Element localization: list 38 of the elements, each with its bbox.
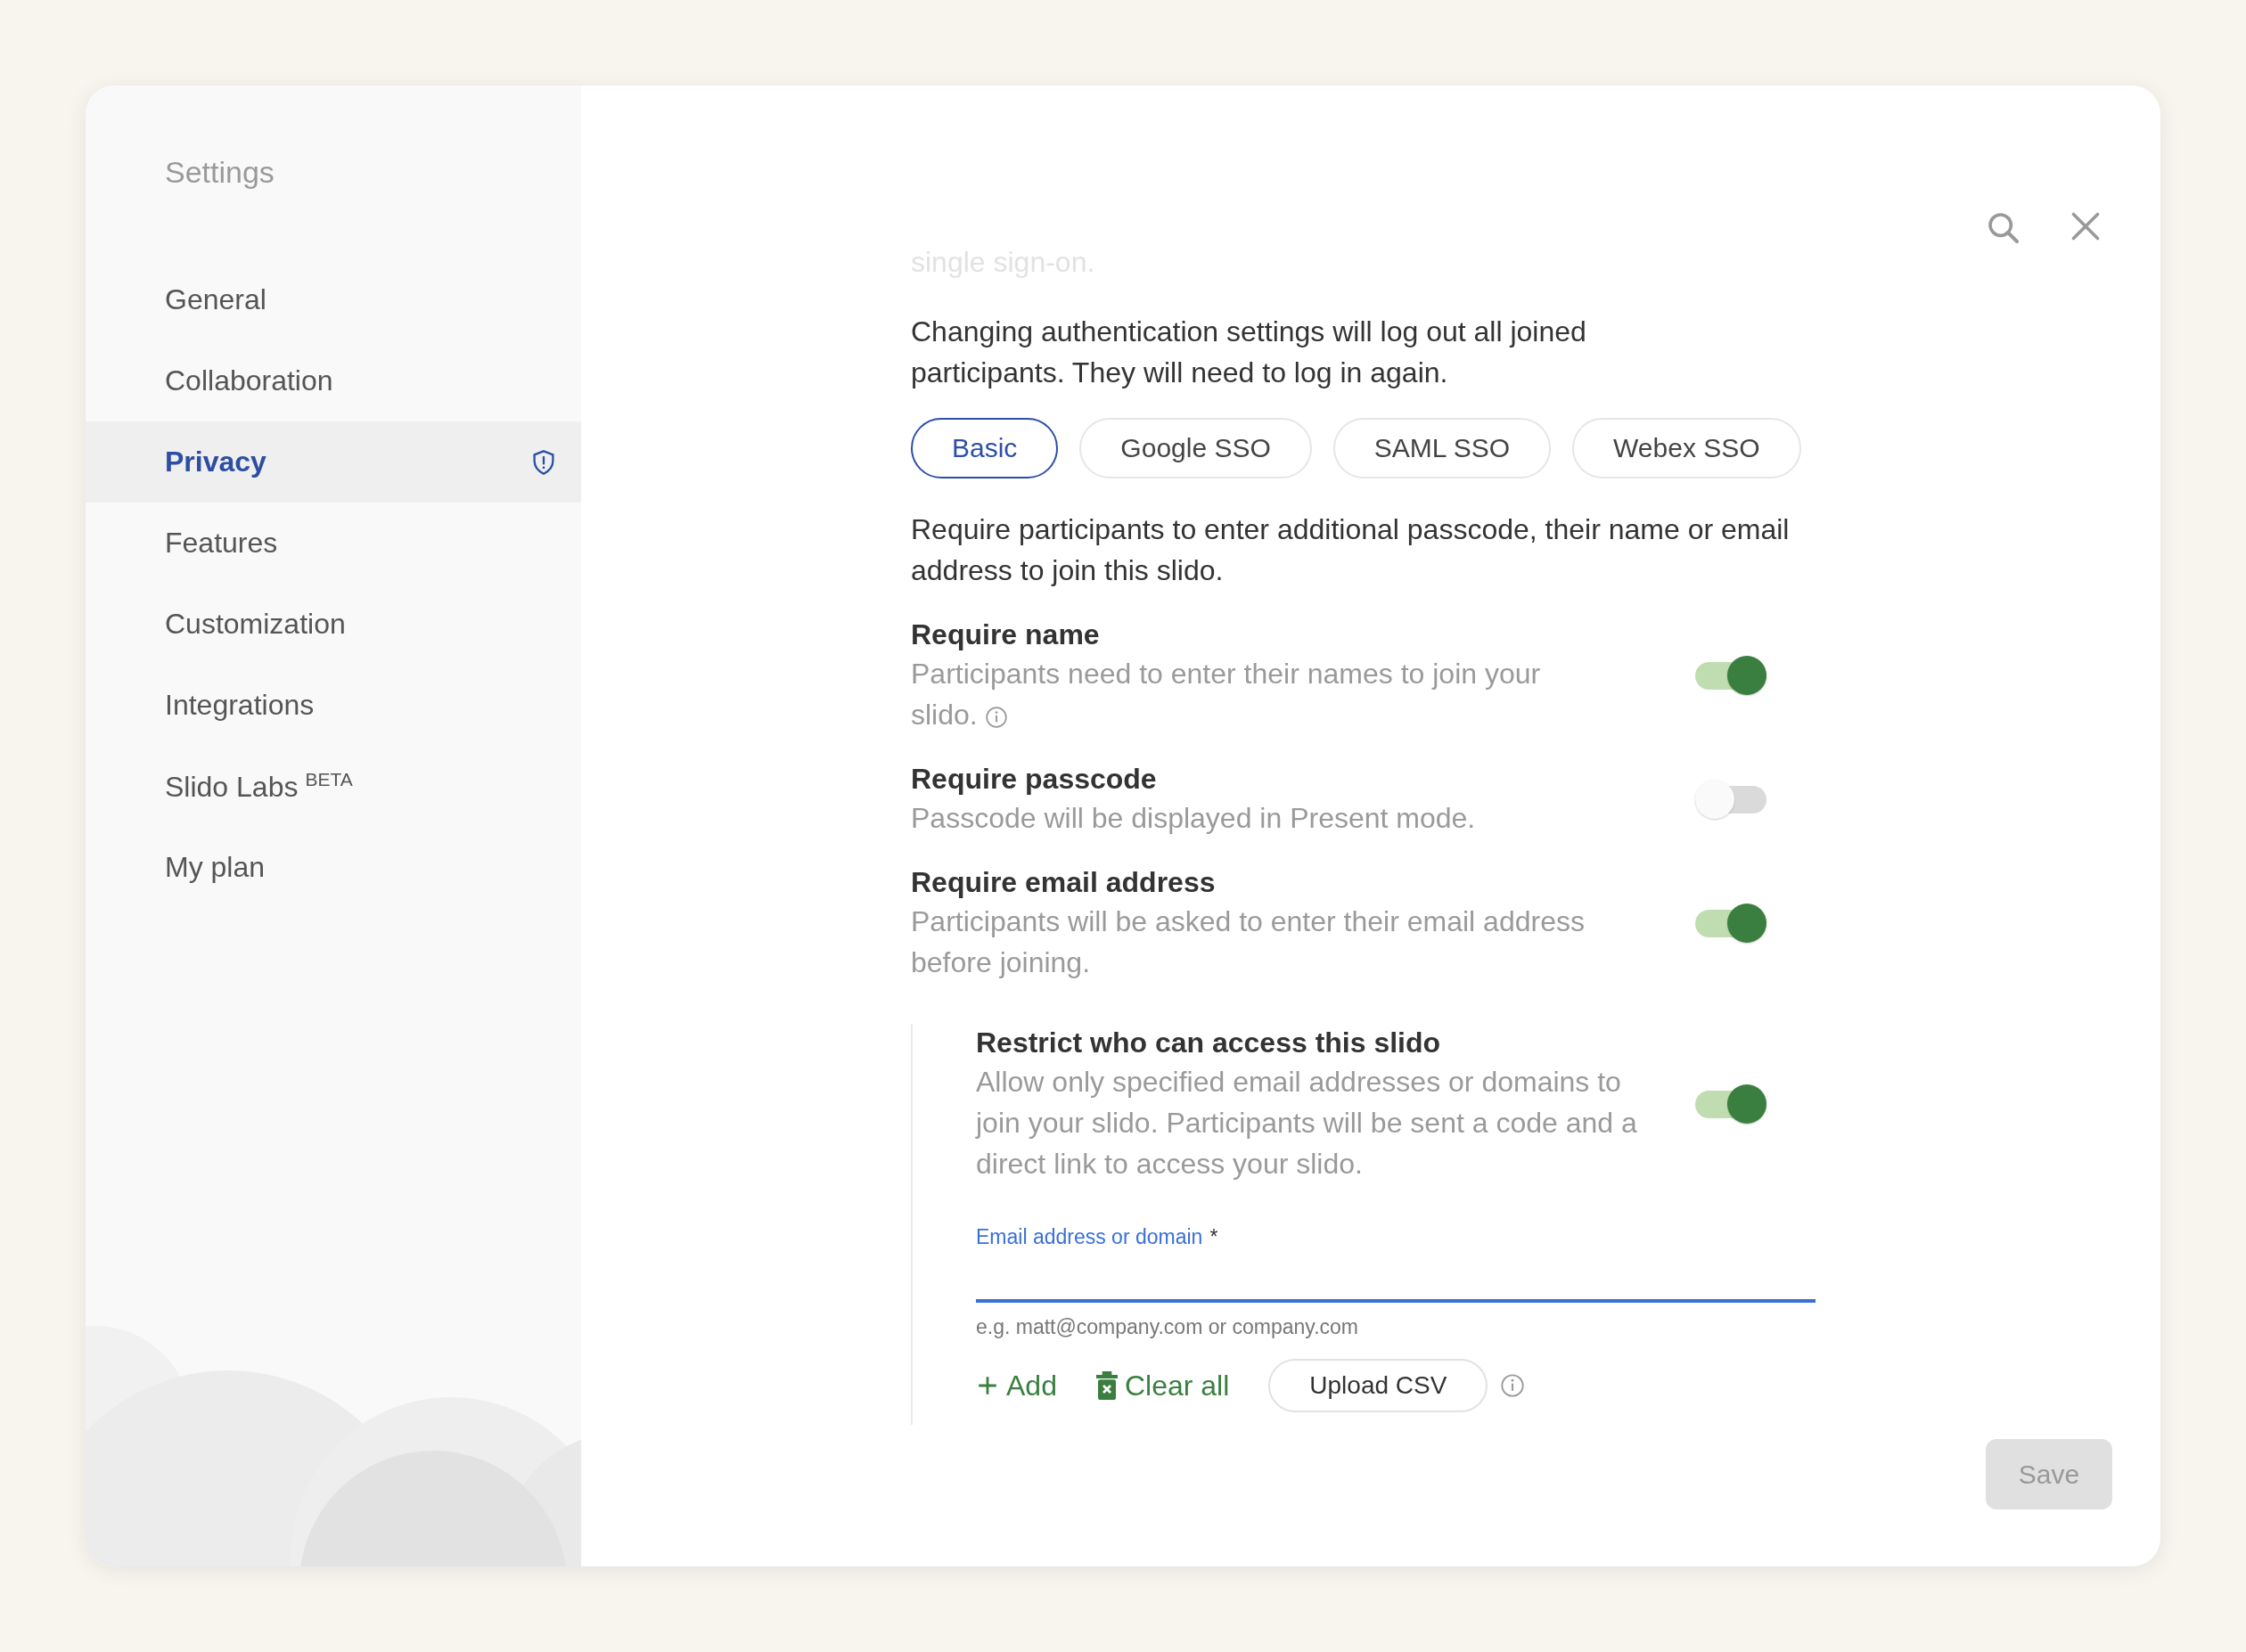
sidebar-item[interactable]: Features: [86, 503, 581, 584]
option-description: Passcode will be displayed in Present mode.: [911, 802, 1476, 834]
auth-tab[interactable]: Google SSO: [1079, 418, 1312, 478]
option-title: Require name: [911, 617, 1101, 652]
sidebar-item[interactable]: Customization: [86, 584, 581, 665]
sidebar-item[interactable]: Collaboration: [86, 340, 581, 421]
sidebar-item[interactable]: My plan: [86, 827, 581, 908]
intro-text: Require participants to enter additional passcode, their name or email address to join this slido.: [911, 512, 1791, 588]
toggle-switch[interactable]: [1695, 904, 1766, 943]
toggle-switch[interactable]: [1695, 780, 1766, 819]
upload-button[interactable]: Upload CSV: [1268, 1359, 1488, 1412]
sidebar-item[interactable]: Integrations: [86, 665, 581, 746]
trash-icon: [1095, 1371, 1118, 1400]
auth-tab[interactable]: Basic: [911, 418, 1059, 478]
auth-tab[interactable]: Webex SSO: [1572, 418, 1801, 478]
sidebar-item[interactable]: Privacy: [86, 421, 581, 503]
search-button[interactable]: [1986, 210, 2021, 246]
field-label: Email address or domain: [976, 1225, 1203, 1249]
option-title: Restrict who can access this slido: [976, 1026, 1442, 1060]
info-icon: [1500, 1373, 1526, 1398]
toggle-switch[interactable]: [1695, 1084, 1766, 1124]
shield-icon: [531, 448, 556, 476]
window-title: Settings: [164, 155, 275, 190]
sidebar-item[interactable]: General: [86, 259, 581, 340]
clear-button[interactable]: Clear all: [1095, 1369, 1230, 1403]
option-title: Require passcode: [911, 762, 1158, 797]
field-hint: e.g. matt@company.com or company.com: [976, 1315, 1359, 1339]
option-title: Require email address: [911, 865, 1217, 900]
sidebar-item[interactable]: Slido Labs $^{BETA}$: [86, 746, 581, 827]
plus-icon: [976, 1374, 999, 1397]
auth-tab[interactable]: SAML SSO: [1332, 418, 1552, 478]
option-description: Allow only specified email addresses or domains to join your slido. Participants will be sent a code and a direct link to access your slido.: [976, 1065, 1638, 1182]
option-description: Participants need to enter their names to join your slido.: [911, 658, 1541, 731]
option-description: Participants will be asked to enter their email address before joining.: [911, 905, 1585, 978]
required-mark: *: [1209, 1225, 1218, 1249]
toggle-switch[interactable]: [1695, 656, 1766, 695]
add-button[interactable]: Add: [976, 1369, 1057, 1403]
notice-text: Changing authentication settings will log out all joined participants. They will need to log in again.: [911, 315, 1587, 390]
